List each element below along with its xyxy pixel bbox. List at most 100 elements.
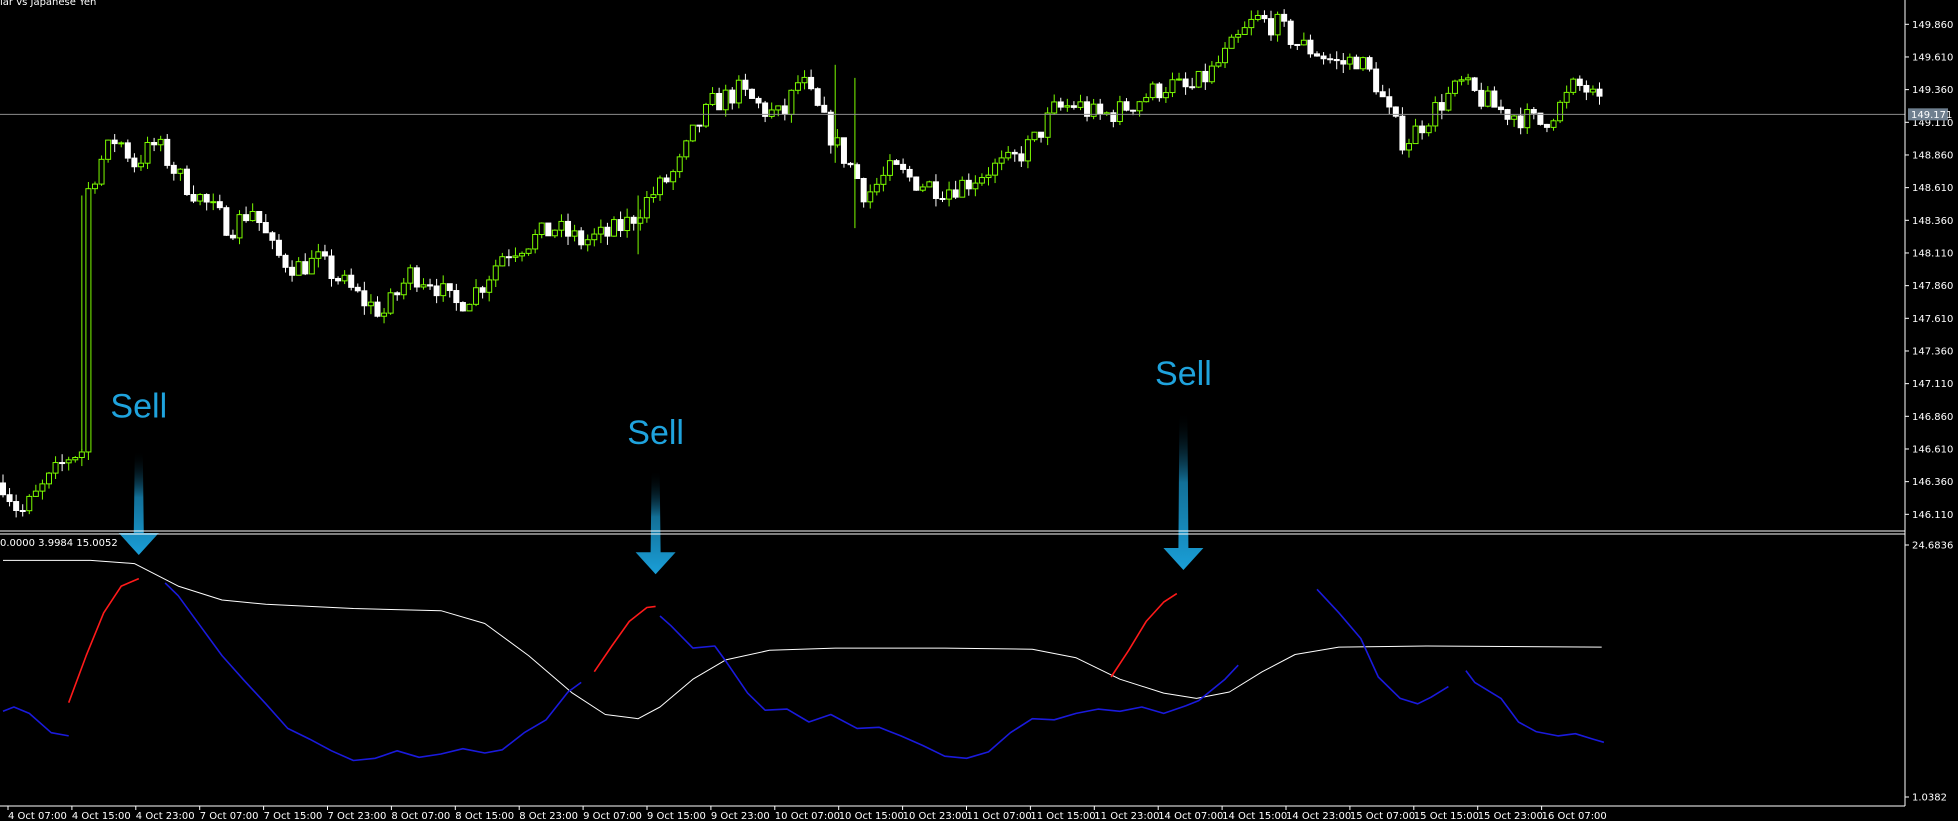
candle-body [1517,115,1524,129]
candle-body [1583,84,1590,93]
candle-body [992,162,999,176]
candle-body [433,285,440,297]
candle-body [1563,91,1570,103]
time-tick-label: 16 Oct 07:00 [1542,811,1607,821]
candle-body [689,124,696,142]
sell-label: Sell [110,388,167,426]
indicator-pane[interactable] [2,559,1605,762]
candle-body [1346,56,1353,65]
candle-body [1195,70,1202,88]
candle-body [341,274,348,282]
candle-body [85,188,92,453]
candle-body [1340,60,1347,65]
candle-body [479,287,486,293]
candle-body [1162,92,1169,99]
price-tick-label: 147.110 [1912,379,1953,390]
candle-body [308,257,315,275]
candle-body [729,89,736,104]
candle-body [19,509,26,512]
candle-body [413,267,420,288]
candle-body [420,284,427,288]
candle-body [932,181,939,199]
price-tick-label: 148.110 [1912,248,1953,259]
candle-body [611,219,618,237]
price-tick-label: 148.360 [1912,216,1953,227]
candle-body [1070,105,1077,108]
candle-body [473,287,480,305]
indicator-title: 0.0000 3.9984 15.0052 [0,538,118,549]
candle-body [1425,125,1432,134]
candle-body [328,255,335,279]
annotations: Sell Sell Sell [110,355,1212,575]
candle-body [1353,56,1360,70]
candle-body [302,261,309,275]
price-tick-label: 147.360 [1912,346,1953,357]
candle-body [926,181,933,188]
indicator-series-line [2,706,69,737]
candle-body [124,142,131,159]
candle-body [840,137,847,164]
axes: 149.860149.610149.360149.110148.860148.6… [0,0,1953,821]
candle-body [1044,112,1051,138]
time-tick-label: 11 Oct 07:00 [967,811,1032,821]
candle-body [203,194,210,203]
candle-body [946,189,953,200]
time-tick-label: 7 Oct 07:00 [200,811,259,821]
candle-body [26,495,33,512]
time-tick-label: 14 Oct 07:00 [1158,811,1223,821]
price-tick-label: 146.360 [1912,477,1953,488]
candle-body [1208,65,1215,83]
candle-body [532,233,539,250]
candle-body [716,92,723,111]
chart: Sell Sell Sell 149.860149.610149.360149.11… [0,0,1953,821]
candle-body [1248,18,1255,29]
candle-body [407,267,414,284]
candle-body [59,462,66,465]
candle-body [565,220,572,237]
candle-body [223,207,230,236]
candle-body [486,279,493,293]
candle-body [860,178,867,203]
candle-body [1576,78,1583,86]
candle-body [913,176,920,191]
candle-body [657,177,663,196]
indicator-series-line [593,605,656,673]
candle-body [1465,77,1472,81]
time-tick-label: 10 Oct 23:00 [903,811,968,821]
candle-body [525,248,532,254]
candle-body [551,229,558,237]
candle-body [1511,115,1518,120]
candle-body [1051,101,1058,114]
sell-arrow [118,450,159,556]
price-pane[interactable] [0,9,1905,518]
candle-body [335,277,342,282]
time-tick-label: 8 Oct 07:00 [391,811,450,821]
candle-body [1405,143,1412,151]
candle-body [1287,20,1294,45]
candle-body [1077,101,1084,108]
candle-body [1281,13,1288,22]
candle-body [492,265,499,281]
price-tick-label: 149.860 [1912,20,1953,31]
candle-body [1478,89,1485,107]
candle-body [1136,101,1143,112]
candle-body [978,177,985,184]
sell-label: Sell [627,414,684,452]
time-tick-label: 8 Oct 23:00 [519,811,578,821]
candle-body [709,92,716,105]
candle-body [1530,109,1537,114]
candle-body [998,157,1005,164]
candle-body [1182,78,1189,88]
time-tick-label: 15 Oct 15:00 [1414,811,1479,821]
candle-body [847,162,854,166]
time-tick-label: 10 Oct 07:00 [775,811,840,821]
time-tick-label: 11 Oct 23:00 [1094,811,1159,821]
candle-body [584,239,591,246]
candle-body [1097,103,1104,115]
candle-body [1254,14,1261,20]
candle-body [144,142,151,164]
candle-body [1241,27,1248,35]
candle-body [1373,68,1380,93]
candle-body [748,88,755,99]
candle-body [808,76,815,90]
